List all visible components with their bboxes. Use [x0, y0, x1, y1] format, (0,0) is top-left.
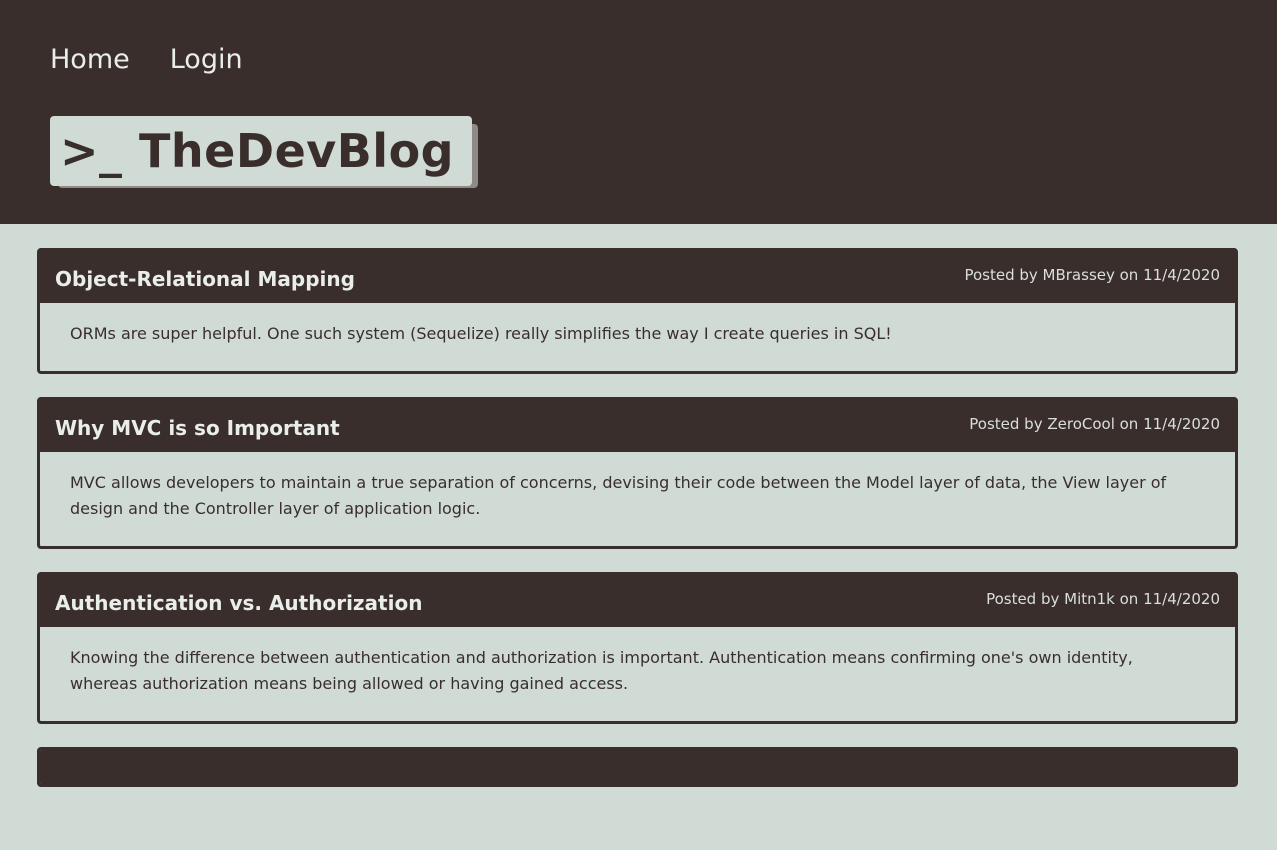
nav-login-link[interactable]: Login: [170, 42, 243, 78]
post-title[interactable]: Authentication vs. Authorization: [55, 591, 422, 615]
post-meta: Posted by Mitn1k on 11/4/2020: [986, 589, 1220, 608]
post-body: Knowing the difference between authentic…: [70, 648, 1133, 693]
top-nav: Home Login: [50, 42, 243, 78]
logo-text: >_ TheDevBlog: [50, 116, 472, 186]
nav-home-link[interactable]: Home: [50, 42, 130, 78]
post-header: Why MVC is so Important Posted by ZeroCo…: [40, 397, 1235, 452]
post-header: [40, 750, 1235, 784]
post-body: ORMs are super helpful. One such system …: [70, 324, 892, 343]
post-card[interactable]: Object-Relational Mapping Posted by MBra…: [37, 248, 1238, 374]
post-meta: Posted by ZeroCool on 11/4/2020: [969, 414, 1220, 433]
site-logo[interactable]: >_ TheDevBlog: [50, 116, 478, 188]
post-card[interactable]: [37, 747, 1238, 787]
post-title[interactable]: Object-Relational Mapping: [55, 267, 355, 291]
post-header: Authentication vs. Authorization Posted …: [40, 572, 1235, 627]
post-title[interactable]: Why MVC is so Important: [55, 416, 340, 440]
post-meta: Posted by MBrassey on 11/4/2020: [964, 265, 1220, 284]
post-card[interactable]: Why MVC is so Important Posted by ZeroCo…: [37, 397, 1238, 549]
post-card[interactable]: Authentication vs. Authorization Posted …: [37, 572, 1238, 724]
site-header: Home Login >_ TheDevBlog: [0, 0, 1277, 224]
post-list: Object-Relational Mapping Posted by MBra…: [37, 248, 1238, 810]
post-body: MVC allows developers to maintain a true…: [70, 473, 1167, 518]
post-header: Object-Relational Mapping Posted by MBra…: [40, 248, 1235, 303]
